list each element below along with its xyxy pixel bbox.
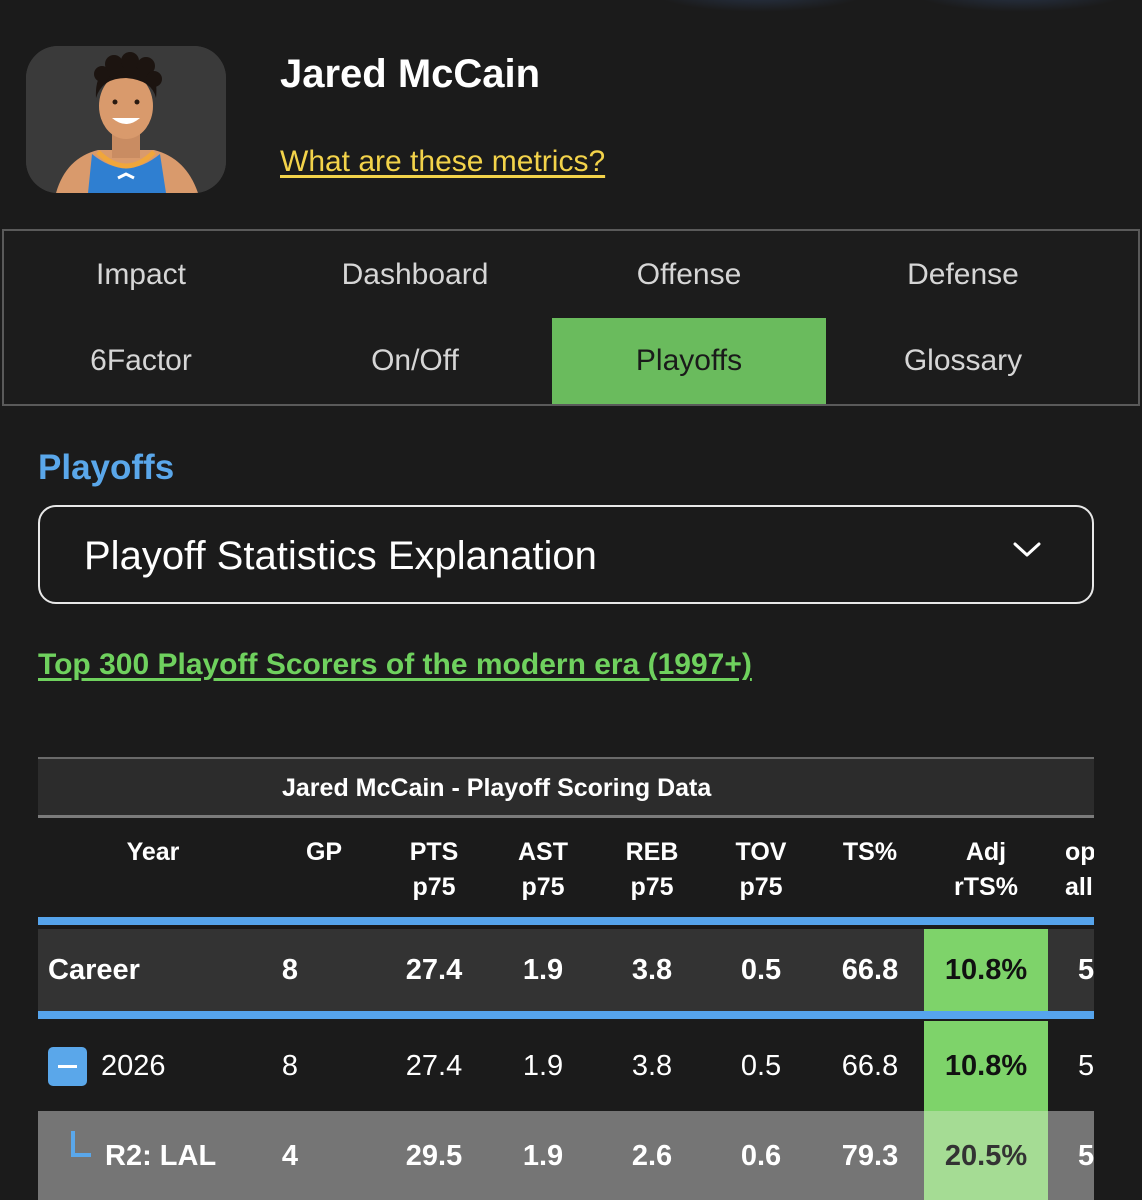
header-opp-line1: op: [1065, 838, 1094, 866]
collapse-season-button[interactable]: [48, 1047, 87, 1086]
metrics-help-link[interactable]: What are these metrics?: [280, 145, 605, 179]
tab-6factor[interactable]: 6Factor: [4, 318, 278, 404]
page: Jared McCain What are these metrics? Imp…: [0, 0, 1142, 1200]
header-reb-line1: REB: [625, 838, 679, 866]
tab-impact[interactable]: Impact: [4, 231, 278, 318]
header-opp[interactable]: op all: [1065, 835, 1094, 905]
chevron-down-icon: [1013, 542, 1041, 557]
playoff-explanation-accordion[interactable]: Playoff Statistics Explanation: [38, 505, 1094, 604]
table-header-row: Year GP PTS p75 AST p75 REB p75 TOV p75 …: [38, 821, 1094, 925]
cell-adj-rts: 10.8%: [924, 929, 1048, 1011]
accordion-label: Playoff Statistics Explanation: [84, 534, 597, 578]
playoff-scoring-table: Jared McCain - Playoff Scoring Data Year…: [38, 757, 1094, 1200]
cell-ts: 79.3: [841, 1139, 899, 1172]
header-pts-line1: PTS: [409, 838, 459, 866]
cell-adj-rts: 20.5%: [924, 1111, 1048, 1200]
cell-tov: 0.5: [740, 953, 782, 986]
header-ts[interactable]: TS%: [820, 835, 920, 870]
cell-opp: 5: [1078, 1139, 1094, 1172]
section-title: Playoffs: [38, 448, 175, 487]
cell-ast: 1.9: [522, 953, 564, 986]
tab-offense[interactable]: Offense: [552, 231, 826, 318]
tab-defense[interactable]: Defense: [826, 231, 1100, 318]
cell-gp: 8: [281, 1049, 299, 1082]
header-ast-line2: p75: [521, 873, 565, 901]
header-tov-line2: p75: [739, 873, 783, 901]
cell-label: Career: [48, 953, 140, 986]
cell-pts: 29.5: [405, 1139, 463, 1172]
cell-ast: 1.9: [522, 1049, 564, 1082]
cell-reb: 3.8: [631, 953, 673, 986]
tree-branch-icon: [71, 1131, 91, 1157]
table-row-season: 2026 8 27.4 1.9 3.8 0.5 66.8 10.8% 5: [38, 1021, 1094, 1111]
cell-gp: 4: [281, 1139, 299, 1172]
tab-playoffs[interactable]: Playoffs: [552, 318, 826, 404]
cell-ast: 1.9: [522, 1139, 564, 1172]
header-adj-line2: rTS%: [954, 873, 1018, 901]
header-tov[interactable]: TOV p75: [711, 835, 811, 905]
cell-tov: 0.5: [740, 1049, 782, 1082]
player-avatar: [26, 46, 226, 193]
tab-on-off[interactable]: On/Off: [278, 318, 552, 404]
header-gp[interactable]: GP: [284, 835, 364, 870]
table-caption-text: Jared McCain - Playoff Scoring Data: [282, 774, 712, 802]
cell-tov: 0.6: [740, 1139, 782, 1172]
header-adj-line1: Adj: [965, 838, 1007, 866]
header-pts[interactable]: PTS p75: [384, 835, 484, 905]
cell-opp: 5: [1078, 1049, 1094, 1082]
cell-opp: 5: [1078, 953, 1094, 986]
cell-adj-rts: 10.8%: [924, 1021, 1048, 1111]
tab-bar: Impact Dashboard Offense Defense 6Factor…: [2, 229, 1140, 406]
cell-reb: 3.8: [631, 1049, 673, 1082]
header-reb[interactable]: REB p75: [602, 835, 702, 905]
tab-glossary[interactable]: Glossary: [826, 318, 1100, 404]
cell-pts: 27.4: [405, 1049, 463, 1082]
table-row-series: R2: LAL 4 29.5 1.9 2.6 0.6 79.3 20.5% 5: [38, 1111, 1094, 1200]
header-opp-line2: all: [1065, 873, 1093, 901]
header-adj-rts[interactable]: Adj rTS%: [924, 835, 1048, 905]
player-name: Jared McCain: [280, 52, 541, 96]
tab-dashboard[interactable]: Dashboard: [278, 231, 552, 318]
top-glow-decoration: [650, 0, 870, 12]
table-caption: Jared McCain - Playoff Scoring Data: [38, 759, 1094, 818]
cell-ts: 66.8: [841, 953, 899, 986]
cell-ts: 66.8: [841, 1049, 899, 1082]
header-ast-line1: AST: [518, 838, 568, 866]
cell-label: R2: LAL: [105, 1139, 217, 1172]
header-tov-line1: TOV: [735, 838, 787, 866]
header-year[interactable]: Year: [98, 835, 208, 870]
cell-reb: 2.6: [631, 1139, 673, 1172]
header-pts-line2: p75: [412, 873, 456, 901]
cell-gp: 8: [281, 953, 299, 986]
player-headshot-icon: [26, 46, 226, 193]
top-glow-decoration-2: [910, 0, 1130, 12]
cell-pts: 27.4: [405, 953, 463, 986]
cell-label: 2026: [101, 1049, 166, 1082]
header-ast[interactable]: AST p75: [493, 835, 593, 905]
table-row-career: Career 8 27.4 1.9 3.8 0.5 66.8 10.8% 5: [38, 929, 1094, 1019]
top-scorers-link[interactable]: Top 300 Playoff Scorers of the modern er…: [38, 648, 752, 682]
header-reb-line2: p75: [630, 873, 674, 901]
